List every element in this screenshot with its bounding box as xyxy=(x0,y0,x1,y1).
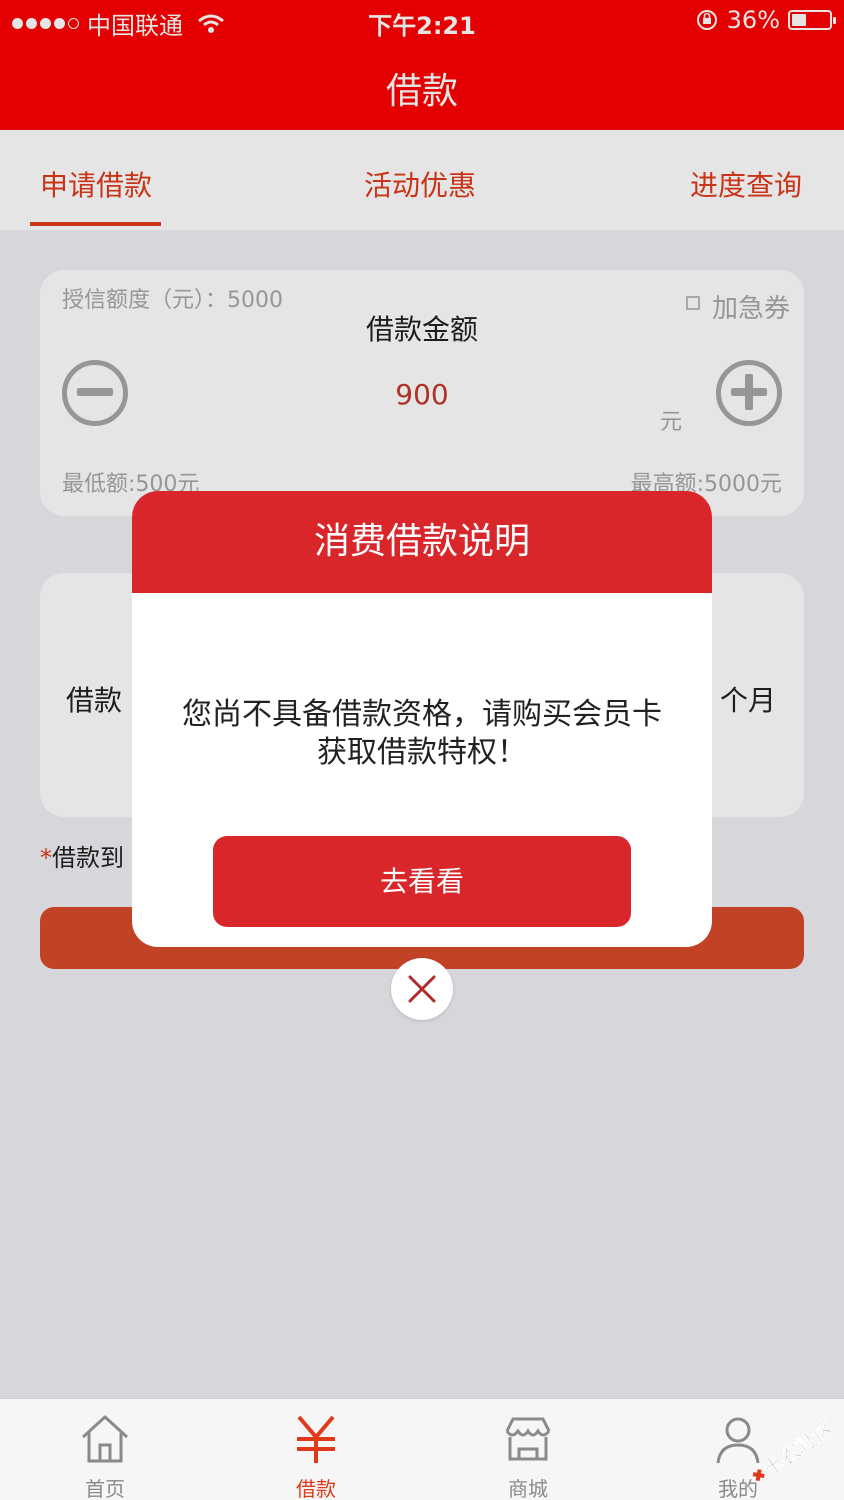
bottom-tab-bar: 首页 借款 商城 我的 xyxy=(0,1398,844,1500)
close-icon xyxy=(408,975,436,1003)
store-icon xyxy=(505,1417,551,1461)
close-dialog-button[interactable] xyxy=(391,958,453,1020)
eligibility-dialog: 消费借款说明 您尚不具备借款资格，请购买会员卡 获取借款特权！ 去看看 xyxy=(132,491,712,947)
tabbar-label-store: 商城 xyxy=(508,1477,548,1500)
tabbar-label-loan: 借款 xyxy=(296,1477,336,1500)
tabbar-label-home: 首页 xyxy=(85,1477,125,1500)
tabbar-item-loan[interactable]: 借款 xyxy=(256,1399,376,1500)
dialog-title: 消费借款说明 xyxy=(132,491,712,593)
watermark-logo: 卡农社区 xyxy=(752,1418,839,1481)
go-see-button[interactable]: 去看看 xyxy=(213,836,631,927)
tabbar-item-store[interactable]: 商城 xyxy=(468,1399,588,1500)
svg-text:卡农社区: 卡农社区 xyxy=(759,1418,838,1481)
dialog-message: 您尚不具备借款资格，请购买会员卡 获取借款特权！ xyxy=(152,696,692,772)
home-icon xyxy=(81,1415,129,1463)
dialog-message-line1: 您尚不具备借款资格，请购买会员卡 xyxy=(182,697,662,732)
tabbar-item-home[interactable]: 首页 xyxy=(45,1399,165,1500)
dialog-message-line2: 获取借款特权！ xyxy=(317,735,527,770)
yen-icon xyxy=(297,1415,335,1463)
